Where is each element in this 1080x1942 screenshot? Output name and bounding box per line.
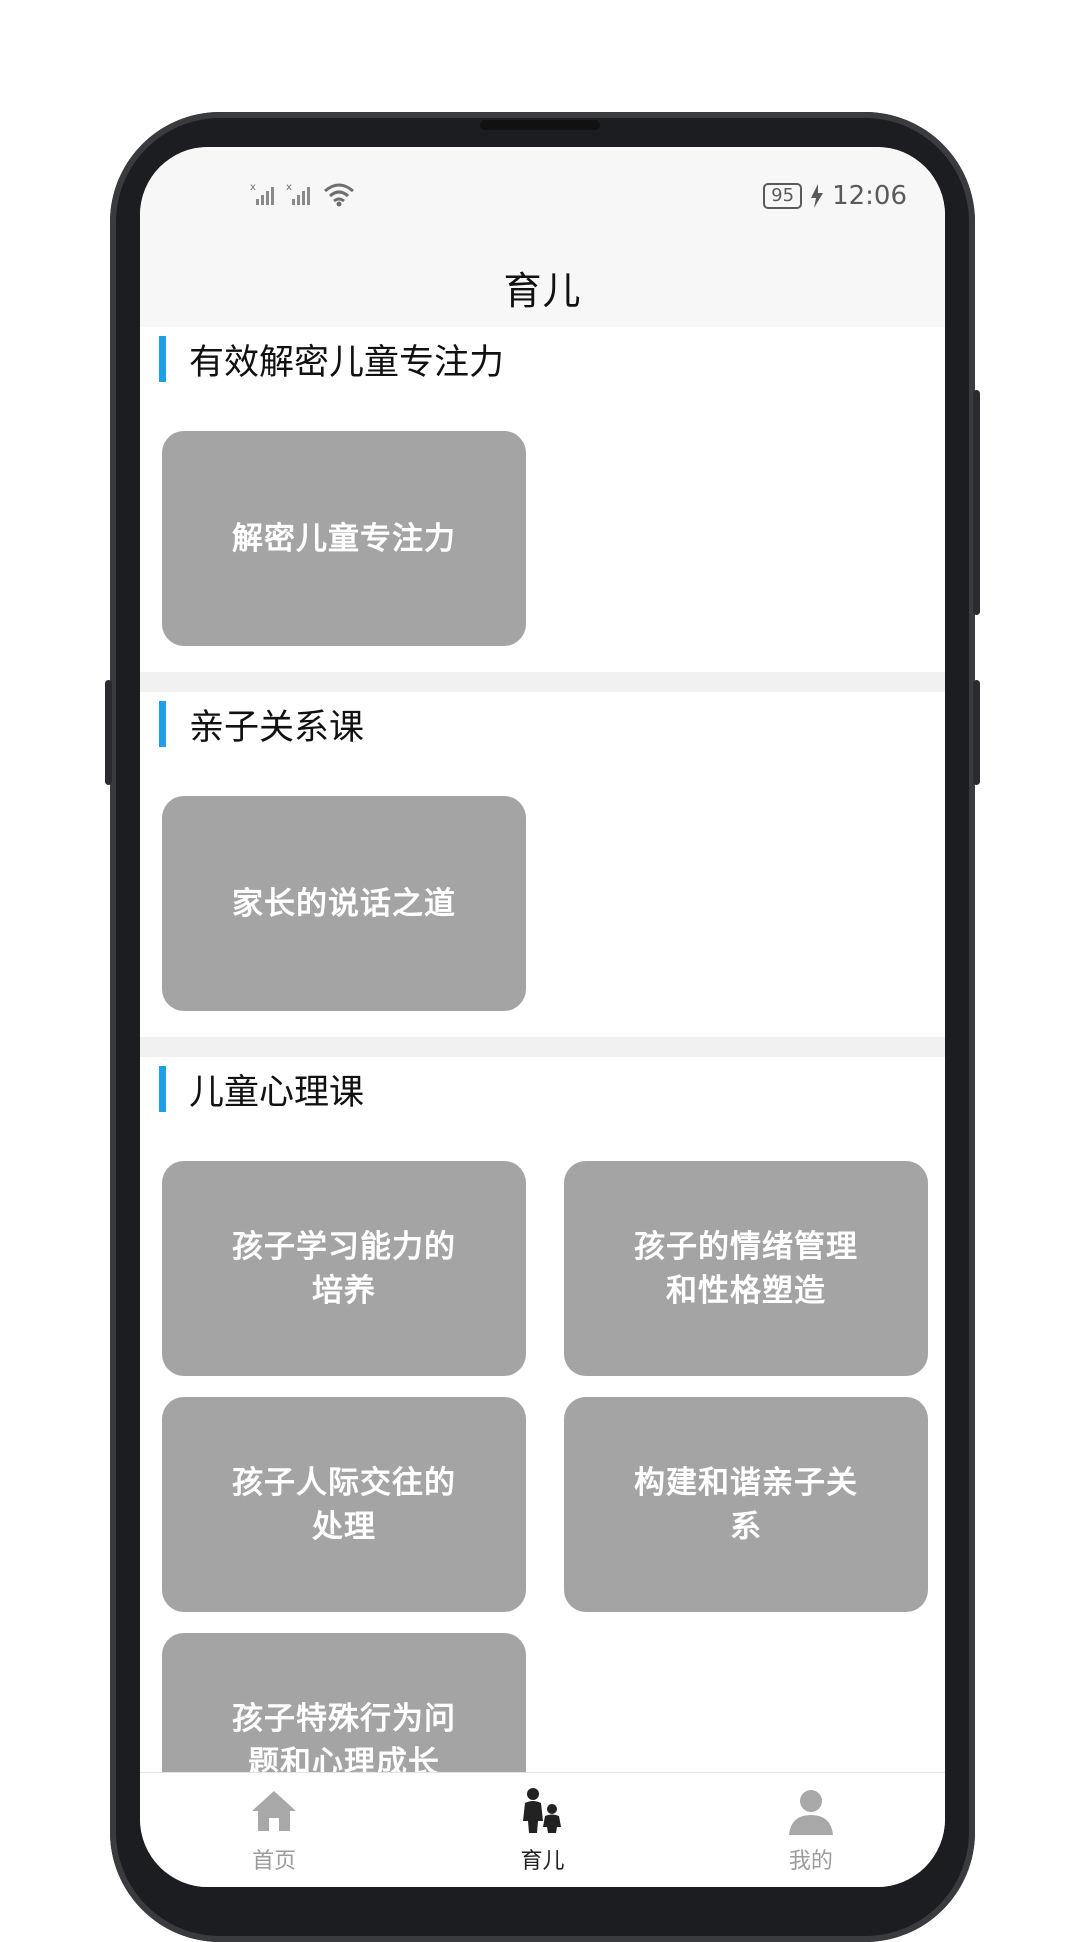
bottom-tab-bar: 首页 育儿 我的 [140,1772,945,1887]
tab-label: 首页 [252,1849,297,1874]
wifi-icon [324,183,354,207]
section-divider [140,1037,945,1057]
tab-home[interactable]: 首页 [140,1773,408,1887]
card-grid: 孩子学习能力的 培养 孩子的情绪管理 和性格塑造 孩子人际交往的 处理 构建和谐… [140,1121,945,1772]
profile-icon [788,1790,833,1835]
content-scroll[interactable]: 有效解密儿童专注力 解密儿童专注力 亲子关系课 家长的说话之道 儿童心理课 孩子… [140,327,945,1772]
card-grid: 家长的说话之道 [140,756,945,1037]
signal-icon: x [250,182,274,205]
course-card[interactable]: 孩子的情绪管理 和性格塑造 [564,1161,928,1376]
section-psychology: 儿童心理课 孩子学习能力的 培养 孩子的情绪管理 和性格塑造 孩子人际交往的 处… [140,1057,945,1772]
card-grid: 解密儿童专注力 [140,391,945,672]
section-focus: 有效解密儿童专注力 解密儿童专注力 [140,327,945,672]
section-title: 亲子关系课 [140,692,945,756]
tab-profile[interactable]: 我的 [677,1773,945,1887]
volume-button [973,390,980,615]
course-card[interactable]: 孩子特殊行为问 题和心理成长 [162,1633,526,1772]
section-accent-bar [159,701,166,747]
status-bar: x x 95 12:06 [140,147,945,247]
status-right: 95 12:06 [763,181,907,211]
section-parent-child: 亲子关系课 家长的说话之道 [140,692,945,1037]
section-accent-bar [159,336,166,382]
section-divider [140,672,945,692]
app-header: 育儿 [140,247,945,327]
section-title: 有效解密儿童专注力 [140,327,945,391]
section-title-text: 亲子关系课 [189,707,365,748]
earpiece-speaker [480,120,600,130]
course-card[interactable]: 家长的说话之道 [162,796,526,1011]
course-card[interactable]: 解密儿童专注力 [162,431,526,646]
course-card[interactable]: 孩子人际交往的 处理 [162,1397,526,1612]
battery-level: 95 [763,183,803,209]
status-left: x x [250,181,356,207]
signal-icon: x [286,182,310,205]
course-card[interactable]: 构建和谐亲子关 系 [564,1397,928,1612]
section-title-text: 有效解密儿童专注力 [189,342,505,383]
app-screen: x x 95 12:06 育儿 有效解密儿童专注力 解密儿童专注力 亲子关系课 … [140,147,945,1887]
side-button [105,680,112,785]
svg-text:x: x [286,182,292,193]
page-title: 育儿 [503,268,582,313]
tab-label: 我的 [788,1849,833,1874]
home-icon [252,1791,297,1831]
section-accent-bar [159,1066,166,1112]
section-title-text: 儿童心理课 [189,1072,365,1113]
tab-label: 育儿 [520,1849,565,1874]
section-title: 儿童心理课 [140,1057,945,1121]
charging-icon [811,184,824,208]
tab-parenting[interactable]: 育儿 [408,1773,676,1887]
clock-time: 12:06 [832,181,907,211]
svg-text:x: x [250,182,256,193]
course-card[interactable]: 孩子学习能力的 培养 [162,1161,526,1376]
power-button [973,680,980,785]
parenting-icon [523,1788,562,1833]
